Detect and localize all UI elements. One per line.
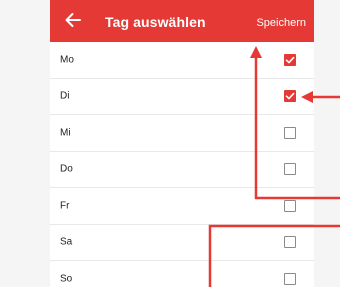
day-checkbox[interactable] xyxy=(284,90,296,103)
arrow-left-icon xyxy=(62,9,84,31)
day-checkbox[interactable] xyxy=(284,236,296,249)
back-button[interactable] xyxy=(62,9,84,31)
day-label: Do xyxy=(60,163,73,175)
day-checkbox[interactable] xyxy=(284,163,296,176)
app-bar: Tag auswählen Speichern xyxy=(50,0,314,42)
day-label: Mo xyxy=(60,54,74,66)
day-select-screen: Tag auswählen Speichern Mo Di Mi Do Fr Sa So xyxy=(50,0,314,287)
day-checkbox[interactable] xyxy=(284,272,296,285)
day-row-so[interactable]: So xyxy=(50,261,314,287)
day-label: Fr xyxy=(60,200,70,212)
day-checkbox[interactable] xyxy=(284,126,296,139)
day-label: Mi xyxy=(60,127,71,139)
day-label: Sa xyxy=(60,236,73,248)
checkmark-icon xyxy=(285,56,295,64)
day-row-mo[interactable]: Mo xyxy=(50,42,314,79)
day-row-mi[interactable]: Mi xyxy=(50,115,314,152)
day-checkbox[interactable] xyxy=(284,199,296,212)
save-button[interactable]: Speichern xyxy=(256,17,306,29)
day-list: Mo Di Mi Do Fr Sa So xyxy=(50,42,314,287)
day-label: Di xyxy=(60,90,70,102)
day-checkbox[interactable] xyxy=(284,53,296,66)
day-row-di[interactable]: Di xyxy=(50,79,314,115)
day-row-sa[interactable]: Sa xyxy=(50,225,314,261)
day-label: So xyxy=(60,273,73,285)
checkmark-icon xyxy=(285,93,295,100)
day-row-do[interactable]: Do xyxy=(50,152,314,188)
screenshot-stage: Tag auswählen Speichern Mo Di Mi Do Fr Sa So xyxy=(0,0,340,287)
day-row-fr[interactable]: Fr xyxy=(50,188,314,225)
page-title: Tag auswählen xyxy=(105,14,206,30)
